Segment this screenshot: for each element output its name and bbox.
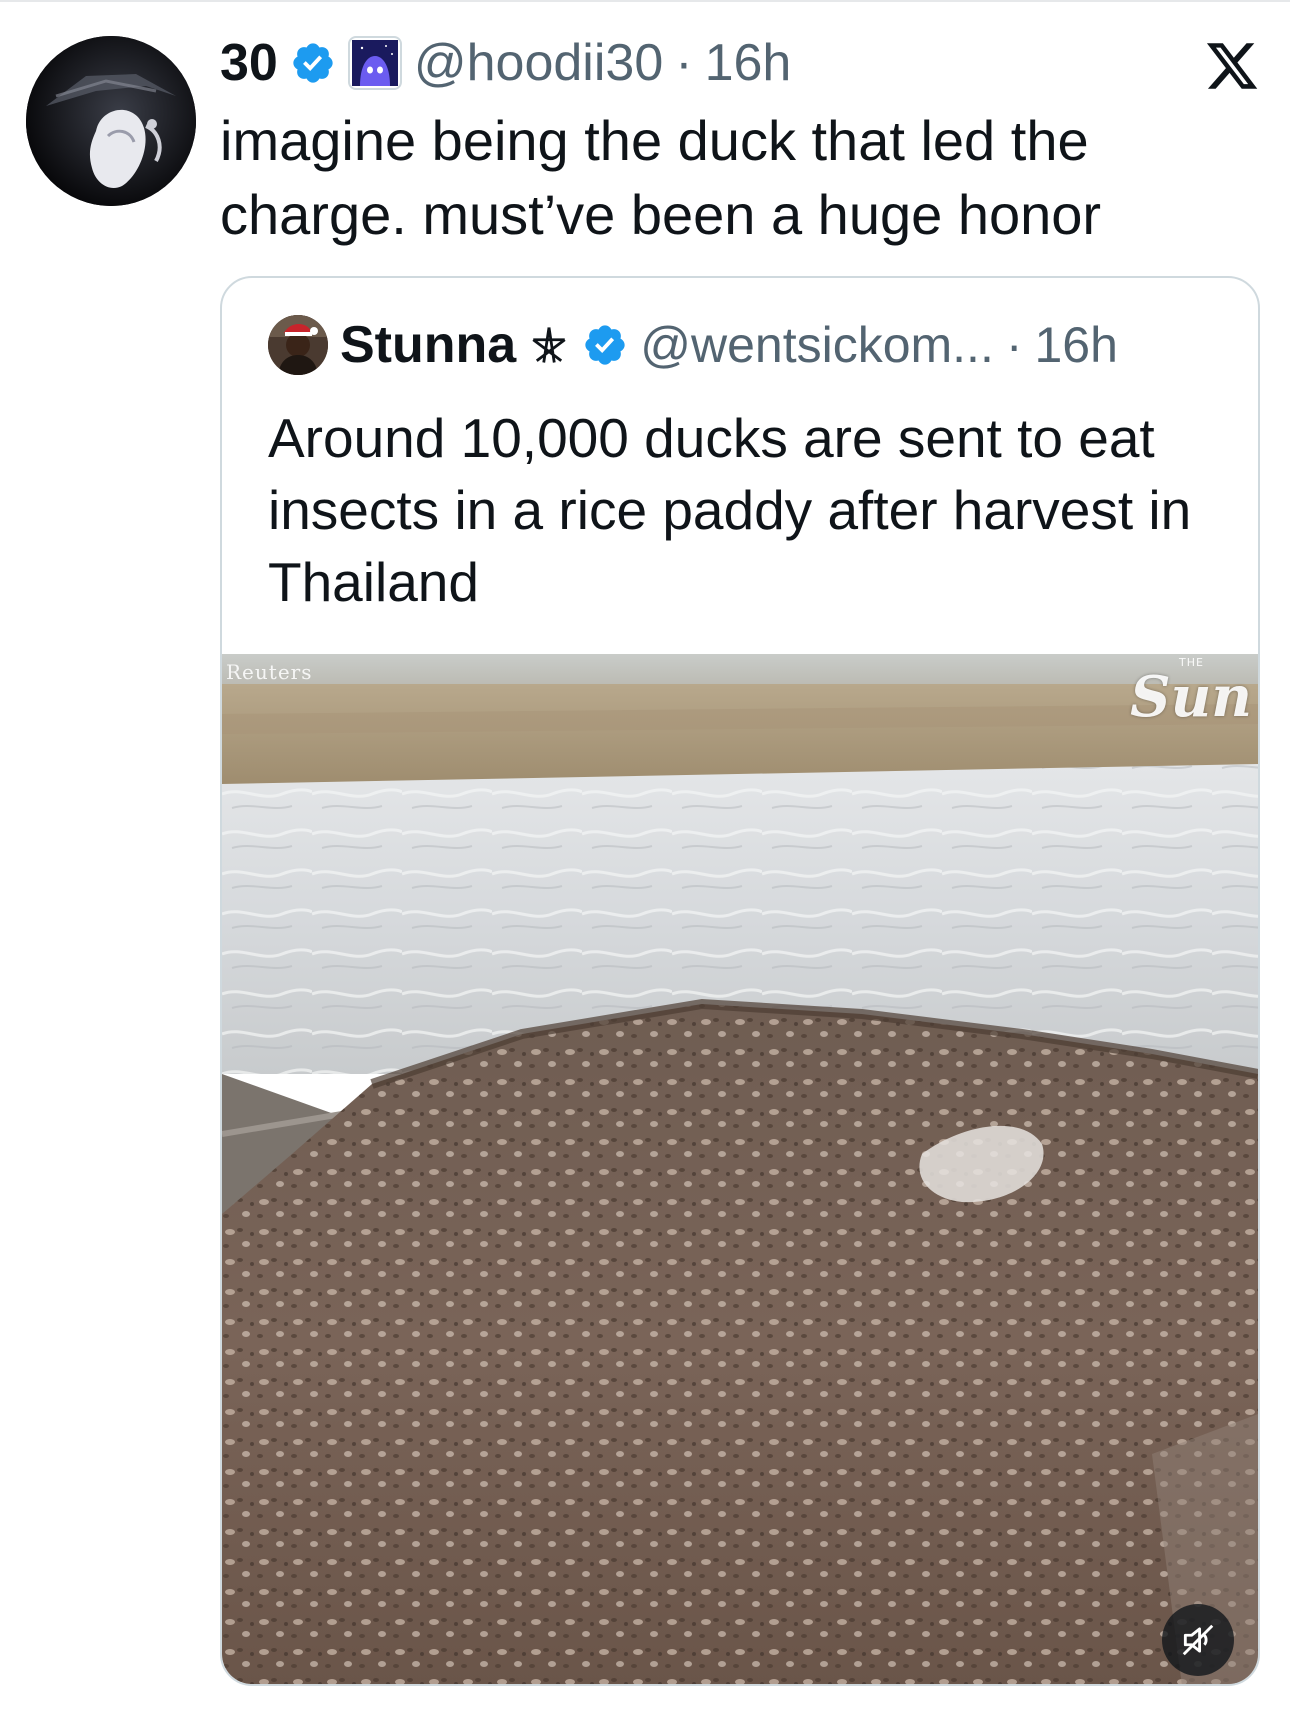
quoted-author-display-name[interactable]: Stunna bbox=[340, 315, 516, 375]
separator-dot: · bbox=[675, 34, 693, 92]
quoted-separator-dot: · bbox=[1005, 317, 1023, 373]
quoted-verified-badge-icon bbox=[582, 322, 628, 368]
author-avatar[interactable] bbox=[26, 36, 196, 206]
quoted-tweet-video[interactable]: Reuters THE Sun bbox=[222, 654, 1258, 1684]
video-frame bbox=[222, 654, 1258, 1684]
affiliate-badge-icon[interactable] bbox=[347, 36, 402, 90]
quoted-tweet-card[interactable]: Stunna @wentsickom... · 16h Around 10,00… bbox=[220, 276, 1260, 1686]
author-display-name[interactable]: 30 bbox=[220, 33, 278, 93]
quoted-tweet-text: Around 10,000 ducks are sent to eat inse… bbox=[268, 407, 1192, 613]
watermark-reuters: Reuters bbox=[226, 660, 313, 684]
mute-toggle-button[interactable] bbox=[1162, 1604, 1234, 1676]
top-divider bbox=[0, 0, 1290, 2]
quoted-author-avatar[interactable] bbox=[268, 315, 328, 375]
author-handle[interactable]: @hoodii30 bbox=[414, 33, 663, 93]
watermark-sun: Sun bbox=[1130, 664, 1252, 730]
pentagram-icon bbox=[528, 324, 570, 366]
quoted-tweet-header: Stunna @wentsickom... · 16h bbox=[268, 312, 1118, 378]
quoted-author-handle[interactable]: @wentsickom... bbox=[640, 316, 994, 374]
x-logo-icon bbox=[1204, 38, 1260, 94]
tweet-text: imagine being the duck that led the char… bbox=[220, 109, 1102, 246]
tweet-timestamp[interactable]: 16h bbox=[705, 33, 792, 93]
quoted-tweet-timestamp[interactable]: 16h bbox=[1035, 316, 1118, 374]
tweet-header: 30 @hoodii30 · 16h bbox=[220, 28, 791, 98]
verified-badge-icon bbox=[290, 40, 336, 86]
avatar-image bbox=[26, 36, 196, 206]
speaker-muted-icon bbox=[1179, 1621, 1217, 1659]
